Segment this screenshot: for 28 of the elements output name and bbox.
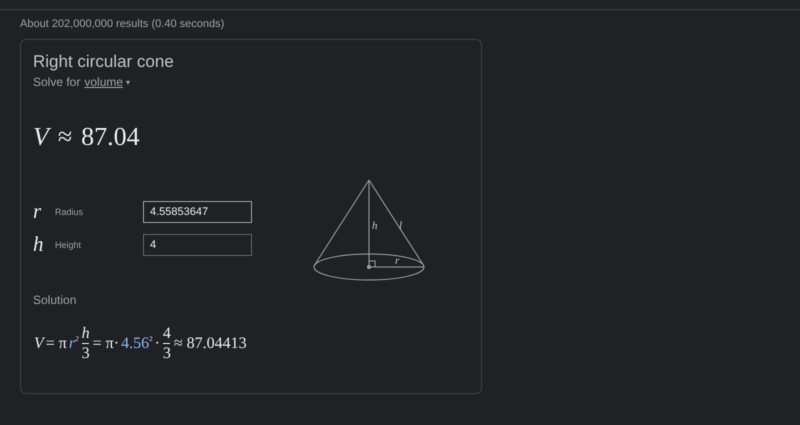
formula-text: V (34, 334, 44, 352)
formula-power: 4.56$^{2}$ (121, 334, 153, 352)
approx-sign: ≈ (58, 122, 72, 153)
solution-label: Solution (33, 293, 78, 307)
result-stats: About 202,000,000 results (0.40 seconds) (20, 18, 226, 32)
formula-text: ≈ 87.04413 (174, 334, 247, 352)
formula-text: = π· (92, 334, 120, 352)
input-label: Radius (55, 206, 84, 216)
input-field[interactable]: 4 (143, 234, 252, 256)
card-title: Right circular cone (33, 52, 175, 72)
solve-for-label: Solve for (33, 75, 80, 89)
variable-symbol: h (33, 232, 44, 257)
formula-power: r$^{2}$ (68, 334, 79, 352)
diagram-label: l (399, 220, 402, 232)
variable-symbol: r (33, 199, 42, 224)
denominator: 3 (162, 345, 171, 362)
diagram-label: h (372, 220, 378, 232)
solve-target-dropdown[interactable]: volume ▾ (84, 75, 130, 89)
denominator: 3 (82, 345, 90, 362)
formula-text: = π (46, 334, 67, 352)
numerator: 4 (162, 325, 171, 342)
answer-value: 87.04 (81, 122, 140, 153)
input-field[interactable]: 4.55853647 (143, 200, 252, 222)
numerator: h (82, 325, 90, 342)
answer-symbol: V (33, 122, 49, 154)
input-label: Height (55, 240, 82, 250)
formula-text: · (154, 334, 160, 352)
diagram-label: r (395, 255, 400, 267)
